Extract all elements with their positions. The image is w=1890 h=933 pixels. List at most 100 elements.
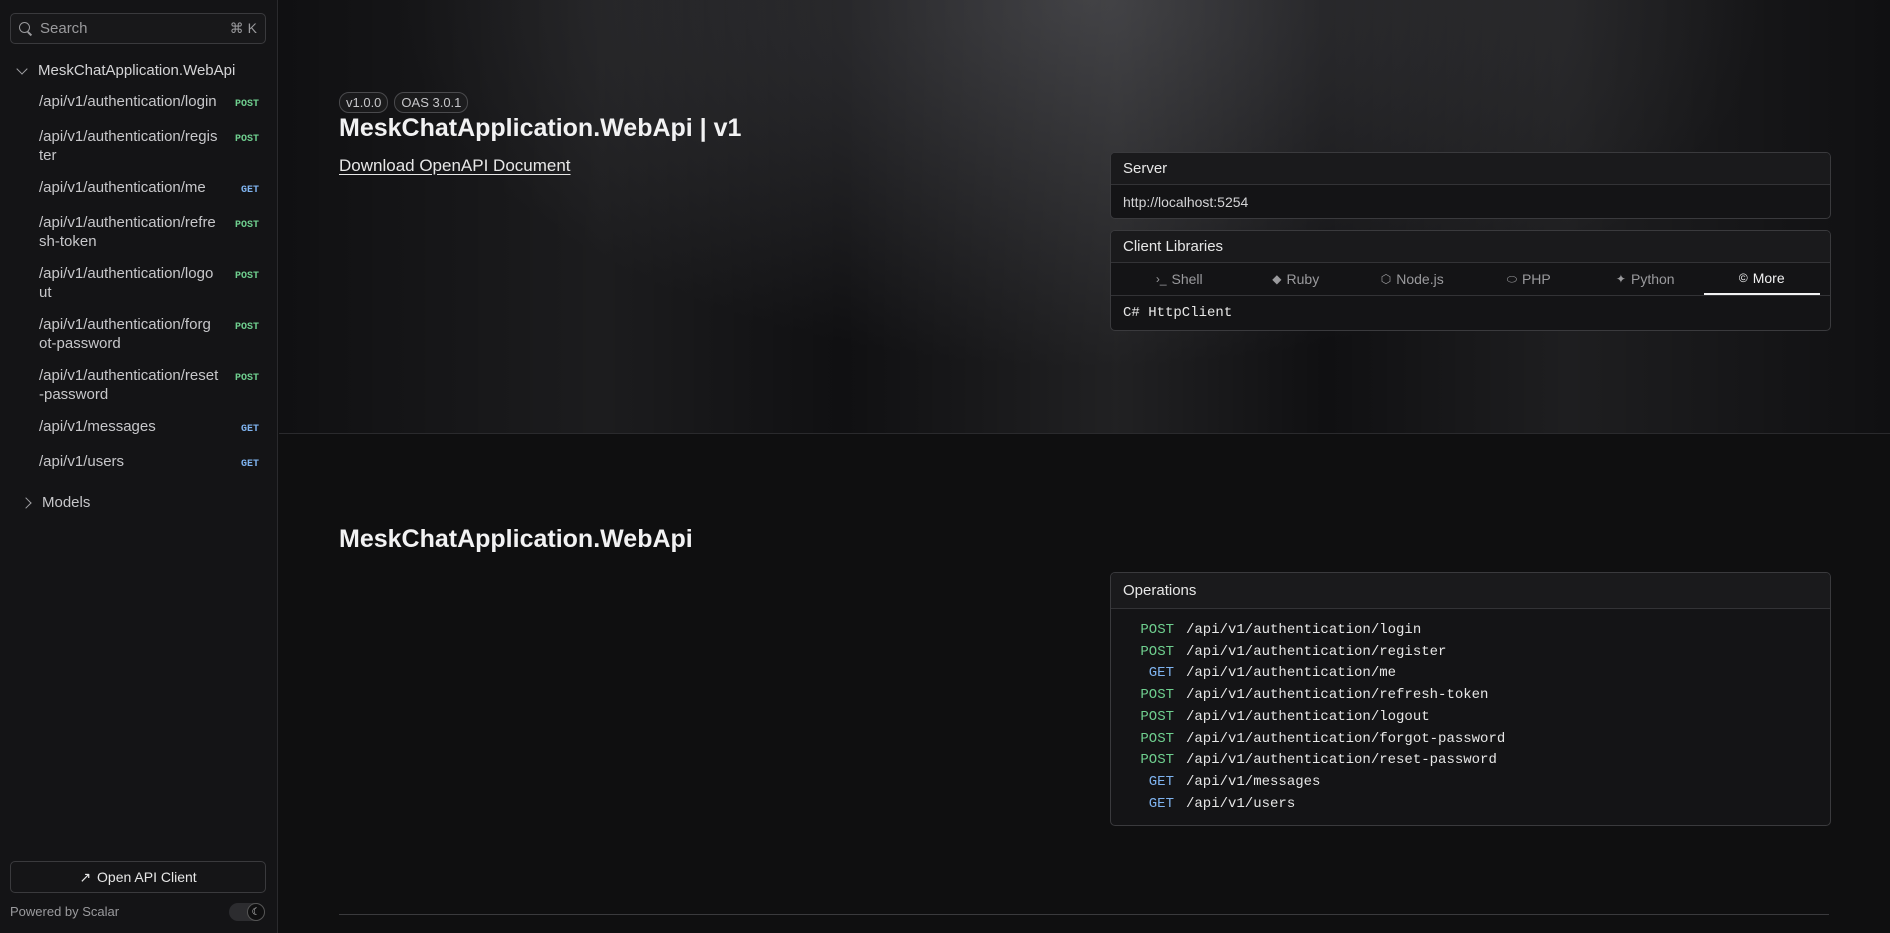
tab-ruby[interactable]: ◆ Ruby	[1238, 263, 1355, 295]
php-icon: ⬭	[1506, 271, 1517, 286]
tab-label: Python	[1630, 271, 1675, 287]
method-badge: POST	[234, 99, 259, 110]
operation-path: /api/v1/authentication/logout	[1186, 708, 1430, 725]
version-badge: v1.0.0	[339, 92, 389, 113]
nodejs-icon: ⬡	[1380, 272, 1392, 286]
powered-by-link[interactable]: Powered by Scalar	[10, 904, 119, 919]
moon-icon: ☾	[247, 903, 265, 921]
operation-method: POST	[1140, 687, 1174, 704]
section-divider-bottom	[339, 914, 1829, 915]
sidebar-endpoint-path: /api/v1/authentication/logout	[39, 265, 214, 301]
operation-row[interactable]: GET/api/v1/authentication/me	[1111, 663, 1830, 685]
oas-badge: OAS 3.0.1	[394, 92, 469, 113]
operations-header: Operations	[1111, 573, 1830, 609]
chevron-right-icon	[20, 496, 32, 509]
operation-row[interactable]: POST/api/v1/authentication/refresh-token	[1111, 685, 1830, 707]
download-openapi-link[interactable]: Download OpenAPI Document	[339, 156, 571, 176]
search-input[interactable]: Search ⌘ K	[10, 13, 266, 44]
sidebar-endpoint-path: /api/v1/authentication/login	[39, 93, 217, 110]
sidebar-endpoint-path: /api/v1/authentication/reset-password	[39, 367, 219, 403]
python-icon: ✦	[1615, 272, 1626, 286]
operation-row[interactable]: POST/api/v1/authentication/register	[1111, 642, 1830, 664]
method-badge: POST	[234, 271, 259, 282]
tab-label: Shell	[1171, 271, 1203, 287]
operation-method: POST	[1140, 752, 1174, 769]
sidebar-endpoint-item[interactable]: /api/v1/authentication/me GET	[39, 178, 259, 200]
tab-shell[interactable]: ›_ Shell	[1121, 263, 1238, 295]
operation-path: /api/v1/messages	[1186, 773, 1321, 790]
sidebar-endpoint-path: /api/v1/authentication/refresh-token	[39, 214, 216, 250]
sidebar-endpoint-item[interactable]: /api/v1/users GET	[39, 452, 259, 474]
method-badge: GET	[240, 185, 259, 196]
operation-row[interactable]: GET/api/v1/users	[1111, 794, 1830, 816]
sidebar-group-label: MeskChatApplication.WebApi	[38, 62, 236, 79]
operation-row[interactable]: POST/api/v1/authentication/logout	[1111, 707, 1830, 729]
ruby-icon: ◆	[1272, 272, 1282, 286]
operation-row[interactable]: POST/api/v1/authentication/forgot-passwo…	[1111, 729, 1830, 751]
sidebar-item-label: Models	[42, 494, 91, 511]
sidebar-endpoint-path: /api/v1/authentication/register	[39, 128, 218, 164]
sidebar-endpoint-list: /api/v1/authentication/login POST/api/v1/…	[39, 92, 259, 474]
sidebar-endpoint-path: /api/v1/messages	[39, 418, 156, 435]
method-badge: GET	[240, 459, 259, 470]
tab-nodejs[interactable]: ⬡ Node.js	[1354, 263, 1471, 295]
operation-path: /api/v1/authentication/reset-password	[1186, 752, 1497, 769]
version-badges: v1.0.0 OAS 3.0.1	[339, 92, 469, 113]
server-url-selector[interactable]: http://localhost:5254	[1111, 185, 1830, 218]
sidebar-endpoint-item[interactable]: /api/v1/authentication/reset-password POS…	[39, 366, 259, 404]
operation-method: POST	[1140, 622, 1174, 638]
sidebar-endpoint-item[interactable]: /api/v1/messages GET	[39, 417, 259, 439]
section-divider	[279, 433, 1890, 434]
main-content: v1.0.0 OAS 3.0.1 MeskChatApplication.Web…	[279, 0, 1890, 933]
method-badge: POST	[234, 134, 259, 145]
tab-php[interactable]: ⬭ PHP	[1471, 263, 1588, 295]
method-badge: POST	[234, 322, 259, 333]
operation-path: /api/v1/authentication/register	[1186, 643, 1447, 660]
operation-method: POST	[1140, 730, 1174, 747]
server-card: Server http://localhost:5254	[1110, 152, 1831, 219]
sidebar-endpoint-item[interactable]: /api/v1/authentication/refresh-token POST	[39, 213, 259, 251]
sidebar-endpoint-path: /api/v1/authentication/me	[39, 179, 206, 196]
sidebar-group-webapi[interactable]: MeskChatApplication.WebApi	[16, 62, 236, 79]
sidebar: Search ⌘ K MeskChatApplication.WebApi /a…	[0, 0, 278, 933]
tab-label: More	[1752, 270, 1785, 286]
operation-row[interactable]: GET/api/v1/messages	[1111, 772, 1830, 794]
client-libraries-card: Client Libraries ›_ Shell ◆ Ruby ⬡ Node.js ⬭ PH…	[1110, 230, 1831, 331]
operation-row[interactable]: POST/api/v1/authentication/reset-passwor…	[1111, 750, 1830, 772]
open-api-client-label: Open API Client	[97, 869, 197, 885]
section-title: MeskChatApplication.WebApi	[339, 525, 693, 553]
sidebar-item-models[interactable]: Models	[20, 494, 91, 511]
csharp-icon: ©	[1738, 271, 1748, 285]
operation-method: GET	[1148, 795, 1174, 812]
method-badge: GET	[240, 424, 259, 435]
search-placeholder: Search	[40, 20, 88, 37]
tab-more[interactable]: © More	[1703, 263, 1820, 295]
sidebar-endpoint-item[interactable]: /api/v1/authentication/forgot-password PO…	[39, 315, 259, 353]
search-shortcut: ⌘ K	[229, 20, 257, 36]
tab-label: PHP	[1521, 271, 1551, 287]
server-card-header: Server	[1111, 153, 1830, 185]
operation-path: /api/v1/authentication/refresh-token	[1186, 687, 1489, 704]
open-api-client-button[interactable]: ↗ Open API Client	[10, 861, 266, 893]
operation-path: /api/v1/authentication/login	[1186, 622, 1422, 638]
operation-path: /api/v1/users	[1186, 795, 1296, 812]
client-libraries-tabs: ›_ Shell ◆ Ruby ⬡ Node.js ⬭ PHP ✦ Python © More	[1111, 263, 1830, 296]
dark-mode-toggle[interactable]: ☾	[229, 903, 265, 921]
operation-row[interactable]: POST/api/v1/authentication/login	[1111, 620, 1830, 642]
tab-python[interactable]: ✦ Python	[1587, 263, 1704, 295]
terminal-icon: ›_	[1155, 272, 1167, 286]
sidebar-endpoint-item[interactable]: /api/v1/authentication/logout POST	[39, 264, 259, 302]
sidebar-endpoint-item[interactable]: /api/v1/authentication/register POST	[39, 127, 259, 165]
operations-card: Operations POST/api/v1/authentication/lo…	[1110, 572, 1831, 827]
sidebar-endpoint-path: /api/v1/users	[39, 453, 125, 470]
operation-method: POST	[1140, 643, 1174, 660]
operation-path: /api/v1/authentication/forgot-password	[1186, 730, 1506, 747]
sidebar-endpoint-item[interactable]: /api/v1/authentication/login POST	[39, 92, 259, 114]
selected-client[interactable]: C# HttpClient	[1111, 296, 1830, 330]
arrow-up-right-icon: ↗	[79, 868, 92, 885]
tab-label: Ruby	[1286, 271, 1320, 287]
operations-list: POST/api/v1/authentication/login POST/api…	[1111, 609, 1830, 825]
method-badge: POST	[234, 373, 259, 384]
sidebar-endpoint-path: /api/v1/authentication/forgot-password	[39, 316, 211, 352]
tab-label: Node.js	[1396, 271, 1444, 287]
